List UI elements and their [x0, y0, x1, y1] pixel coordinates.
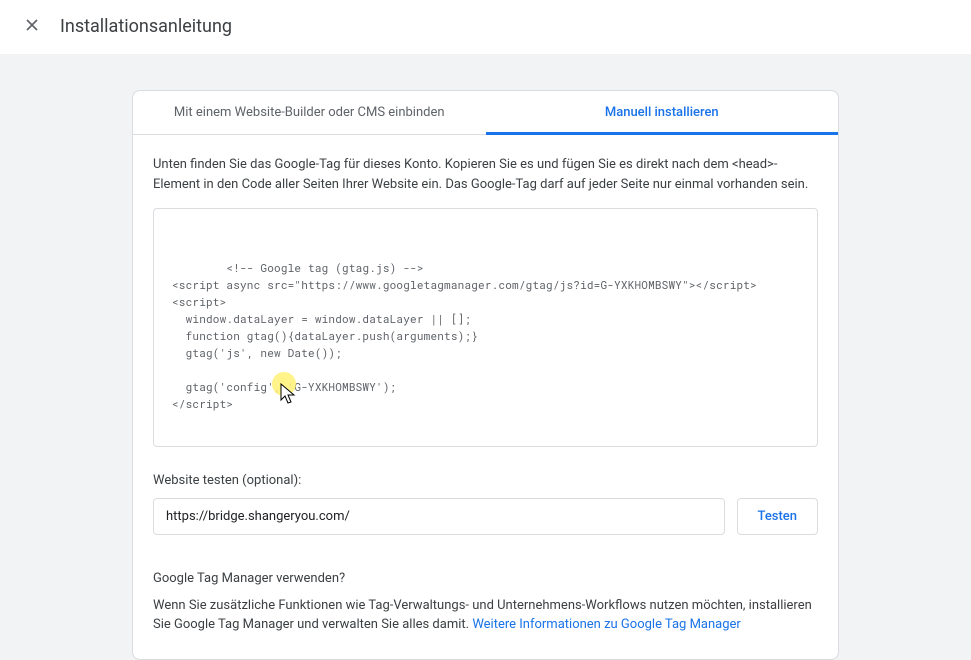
copy-icon — [743, 208, 818, 261]
test-website-label: Website testen (optional): — [153, 473, 818, 488]
gtm-more-info-link[interactable]: Weitere Informationen zu Google Tag Mana… — [472, 617, 741, 632]
test-url-row: Testen — [153, 498, 818, 535]
close-icon — [22, 15, 42, 39]
website-url-input[interactable] — [153, 498, 725, 535]
tab-website-builder[interactable]: Mit einem Website-Builder oder CMS einbi… — [133, 91, 486, 134]
copy-button[interactable] — [779, 219, 807, 247]
gtm-heading: Google Tag Manager verwenden? — [153, 571, 818, 586]
instructions-text: Unten finden Sie das Google-Tag für dies… — [153, 155, 818, 194]
tab-manual-install[interactable]: Manuell installieren — [486, 91, 839, 134]
tab-label: Manuell installieren — [605, 105, 719, 120]
dialog-header: Installationsanleitung — [0, 0, 971, 54]
install-card: Mit einem Website-Builder oder CMS einbi… — [132, 90, 839, 660]
close-button[interactable] — [8, 3, 56, 51]
main-area: Mit einem Website-Builder oder CMS einbi… — [0, 54, 971, 660]
tab-content: Unten finden Sie das Google-Tag für dies… — [133, 135, 838, 659]
code-text: <!-- Google tag (gtag.js) --> <script as… — [172, 260, 757, 411]
page-title: Installationsanleitung — [60, 16, 232, 37]
tabs: Mit einem Website-Builder oder CMS einbi… — [133, 91, 838, 135]
gtm-body: Wenn Sie zusätzliche Funktionen wie Tag-… — [153, 596, 818, 635]
test-button[interactable]: Testen — [737, 498, 819, 535]
tab-label: Mit einem Website-Builder oder CMS einbi… — [174, 105, 445, 120]
code-snippet-box: <!-- Google tag (gtag.js) --> <script as… — [153, 208, 818, 447]
